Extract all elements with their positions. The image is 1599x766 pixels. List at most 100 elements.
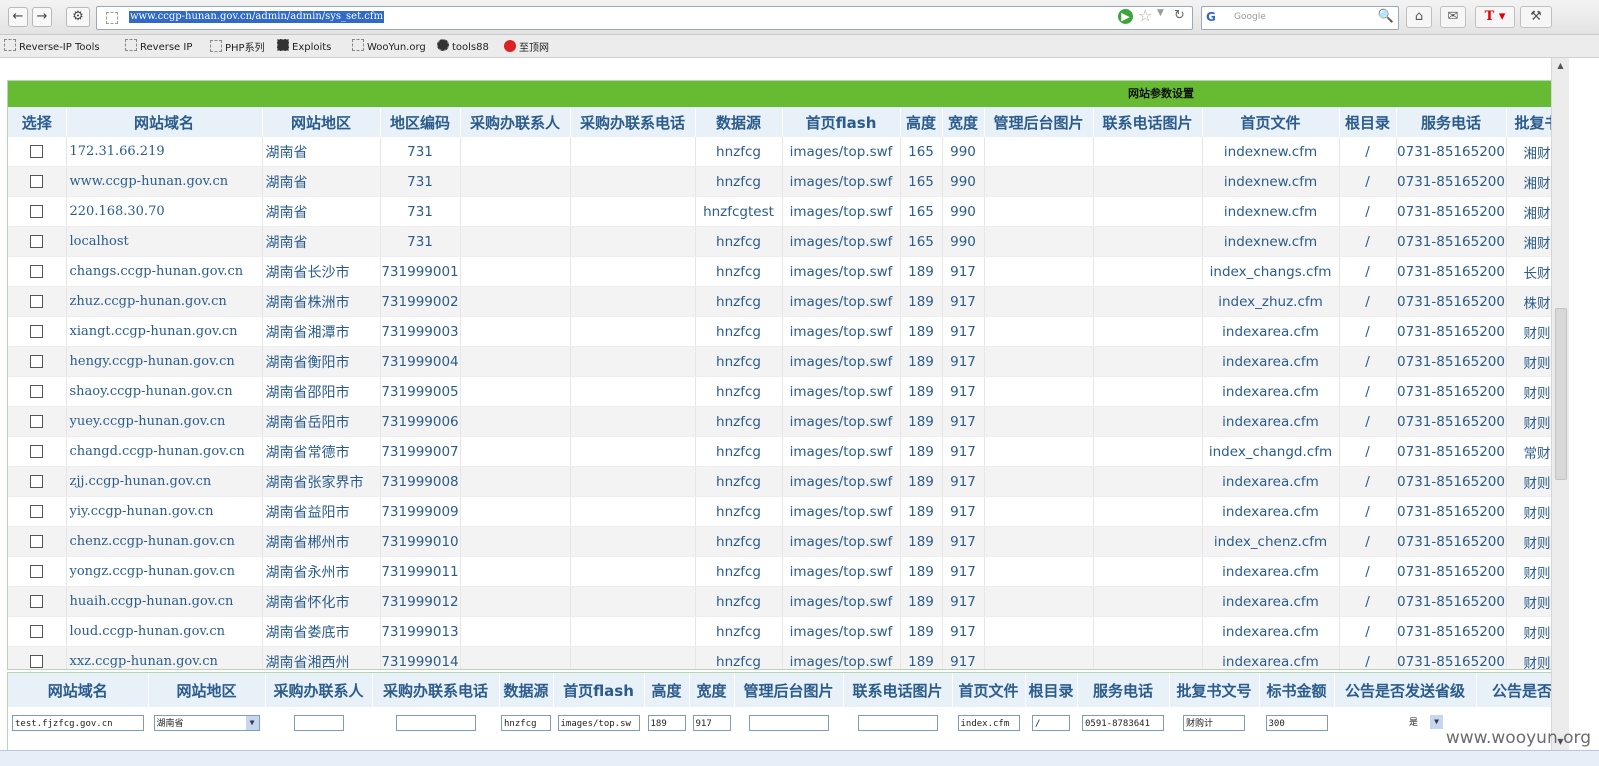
dropdown-icon[interactable]: ▼ xyxy=(1157,8,1164,18)
admin-image-cell xyxy=(984,286,1094,317)
domain-input[interactable]: test.fjzfcg.gov.cn xyxy=(12,715,144,731)
row-checkbox[interactable] xyxy=(30,415,44,428)
row-checkbox[interactable] xyxy=(30,295,44,308)
row-checkbox[interactable] xyxy=(30,625,44,638)
table-row: yuey.ccgp-hunan.gov.cn 湖南省岳阳市 731999006 hnz… xyxy=(8,406,1551,437)
search-icon[interactable]: 🔍 xyxy=(1378,9,1394,24)
width-input[interactable]: 917 xyxy=(692,715,731,731)
bookmark-reverse-ip[interactable]: Reverse IP xyxy=(125,39,192,53)
service-phone-input[interactable]: 0591-8783641 xyxy=(1082,715,1164,731)
region-select[interactable]: 湖南省 ▼ xyxy=(153,715,260,731)
row-checkbox[interactable] xyxy=(30,655,44,668)
height-cell: 189 xyxy=(900,466,943,497)
bookmark-exploits[interactable]: Exploits xyxy=(277,39,331,53)
reload-icon[interactable]: ↻ xyxy=(1174,8,1185,23)
row-checkbox[interactable] xyxy=(30,595,44,608)
home-icon[interactable]: ⌂ xyxy=(1406,6,1432,28)
search-box[interactable]: G Google 🔍 xyxy=(1201,6,1399,30)
row-checkbox[interactable] xyxy=(30,385,44,398)
url-bar[interactable]: www.ccgp-hunan.gov.cn/admin/admin/sys_se… xyxy=(96,6,1193,30)
height-input[interactable]: 189 xyxy=(647,715,686,731)
tender-amount-input[interactable]: 300 xyxy=(1265,715,1328,731)
width-cell: 917 xyxy=(942,286,985,317)
width-cell: 917 xyxy=(942,316,985,347)
go-icon[interactable]: ▶ xyxy=(1118,9,1133,24)
row-checkbox[interactable] xyxy=(30,535,44,548)
flash-input[interactable]: images/top.sw xyxy=(557,715,640,731)
addon-icon[interactable]: ⚙ xyxy=(66,7,90,27)
admin-image-input[interactable] xyxy=(748,715,829,731)
region-cell: 湖南省永州市 xyxy=(262,556,381,587)
form-header: 批复书文号 xyxy=(1169,673,1260,707)
phone-image-cell xyxy=(1093,466,1203,497)
row-checkbox[interactable] xyxy=(30,175,44,188)
tools-icon[interactable]: ⚒ xyxy=(1520,6,1552,28)
mail-icon[interactable]: ✉ xyxy=(1440,6,1466,28)
service-phone-cell: 0731-85165200 xyxy=(1396,316,1507,347)
row-checkbox[interactable] xyxy=(30,235,44,248)
admin-image-cell xyxy=(984,496,1094,527)
root-dir-input[interactable]: / xyxy=(1032,715,1070,731)
datasource-cell: hnzfcg xyxy=(695,316,783,347)
reply-cell: 财则 xyxy=(1506,586,1551,617)
bookmark-php[interactable]: PHP系列 xyxy=(210,39,265,54)
width-cell: 917 xyxy=(942,526,985,557)
select-cell xyxy=(8,466,67,497)
reply-cell: 株财 xyxy=(1506,286,1551,317)
bookmark-tools88[interactable]: tools88 xyxy=(437,39,489,53)
phone-input[interactable] xyxy=(395,715,476,731)
flash-cell: images/top.swf xyxy=(782,166,901,197)
code-cell: 731999011 xyxy=(380,556,461,587)
reply-doc-input[interactable]: 财购计 xyxy=(1183,715,1245,731)
row-checkbox[interactable] xyxy=(30,445,44,458)
row-checkbox[interactable] xyxy=(30,265,44,278)
row-checkbox[interactable] xyxy=(30,355,44,368)
text-tool-icon[interactable]: T ▾ xyxy=(1475,6,1515,28)
select-cell xyxy=(8,316,67,347)
form-header: 公告是否发送省级 xyxy=(1334,673,1477,707)
horizontal-scrollbar[interactable] xyxy=(0,750,1599,766)
domain-cell: xiangt.ccgp-hunan.gov.cn xyxy=(66,316,263,347)
domain-cell: 220.168.30.70 xyxy=(66,196,263,227)
vertical-scrollbar[interactable]: ▲ ▼ xyxy=(1551,58,1569,750)
width-cell: 917 xyxy=(942,376,985,407)
datasource-cell: hnzfcg xyxy=(695,256,783,287)
forward-icon[interactable]: → xyxy=(32,7,52,27)
bookmark-reverse-ip-tools[interactable]: Reverse-IP Tools xyxy=(4,39,100,53)
width-cell: 917 xyxy=(942,406,985,437)
select-cell xyxy=(8,376,67,407)
phone-image-input[interactable] xyxy=(857,715,938,731)
row-checkbox[interactable] xyxy=(30,505,44,518)
bookmark-label: tools88 xyxy=(452,42,489,53)
row-checkbox[interactable] xyxy=(30,565,44,578)
scroll-up-icon[interactable]: ▲ xyxy=(1552,58,1569,74)
flash-cell: images/top.swf xyxy=(782,316,901,347)
code-cell: 731999013 xyxy=(380,616,461,647)
row-checkbox[interactable] xyxy=(30,145,44,158)
scrollbar-thumb[interactable] xyxy=(1555,308,1567,480)
contact-input[interactable] xyxy=(293,715,344,731)
datasource-input[interactable]: hnzfcg xyxy=(501,715,551,731)
send-province-select[interactable]: 是 ▼ xyxy=(1407,715,1443,731)
row-checkbox[interactable] xyxy=(30,475,44,488)
url-text[interactable]: www.ccgp-hunan.gov.cn/admin/admin/sys_se… xyxy=(129,11,385,23)
bookmark-star-icon[interactable]: ☆ xyxy=(1138,6,1152,25)
row-checkbox[interactable] xyxy=(30,205,44,218)
select-cell xyxy=(8,137,67,167)
homepage-file-input[interactable]: index.cfm xyxy=(957,715,1020,731)
select-cell xyxy=(8,256,67,287)
homepage-file-cell: indexarea.cfm xyxy=(1202,556,1340,587)
code-cell: 731999009 xyxy=(380,496,461,527)
bookmark-wooyun[interactable]: WooYun.org xyxy=(352,39,426,53)
row-checkbox[interactable] xyxy=(30,325,44,338)
region-cell: 湖南省益阳市 xyxy=(262,496,381,527)
contact-cell xyxy=(460,496,571,527)
homepage-file-cell: index_chenz.cfm xyxy=(1202,526,1340,557)
service-phone-cell: 0731-85165200 xyxy=(1396,556,1507,587)
code-cell: 731 xyxy=(380,166,461,197)
homepage-file-cell: index_changd.cfm xyxy=(1202,436,1340,467)
height-cell: 165 xyxy=(900,166,943,197)
bookmark-zdnet[interactable]: 至顶网 xyxy=(504,39,549,54)
back-icon[interactable]: ← xyxy=(8,7,28,27)
root-dir-cell: / xyxy=(1339,346,1397,377)
